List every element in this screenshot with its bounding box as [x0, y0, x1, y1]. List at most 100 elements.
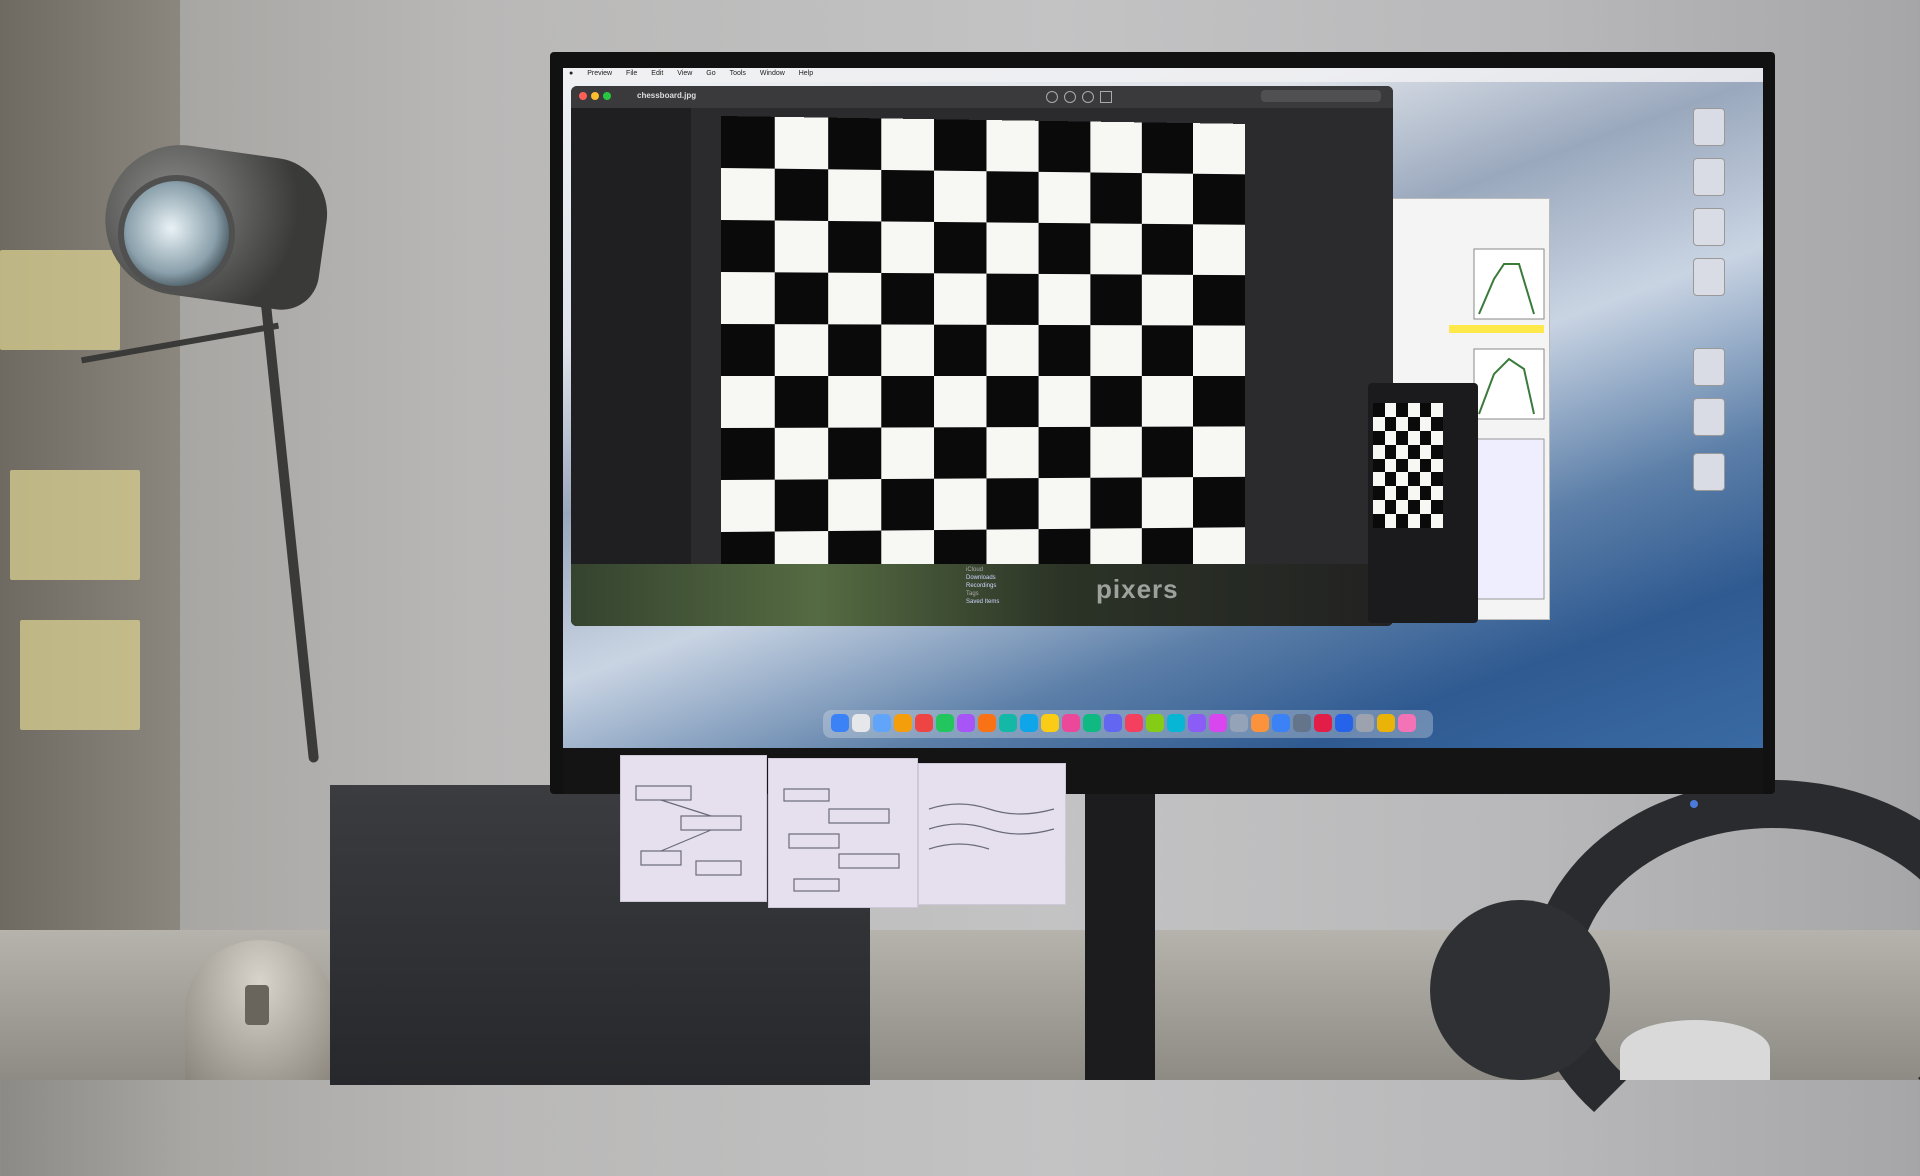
menu-item[interactable]: View [677, 70, 692, 77]
finder-sidebar-list: iCloud Downloads Recordings Tags Saved I… [966, 566, 999, 606]
dock-app-icon[interactable] [1314, 714, 1332, 732]
dock-app-icon[interactable] [1041, 714, 1059, 732]
dock-app-icon[interactable] [957, 714, 975, 732]
desktop-file-icon[interactable] [1693, 398, 1725, 436]
menu-item[interactable]: Preview [587, 70, 612, 77]
monitor-screen: ● Preview File Edit View Go Tools Window… [563, 68, 1763, 748]
info-icon[interactable] [1046, 91, 1058, 103]
chessboard-square [881, 169, 935, 223]
zoom-out-icon[interactable] [1064, 91, 1076, 103]
dock-app-icon[interactable] [978, 714, 996, 732]
chessboard-square [1090, 223, 1143, 276]
sidebar-item[interactable]: Saved Items [966, 598, 999, 606]
share-icon[interactable] [1100, 91, 1112, 103]
chessboard-square [1384, 458, 1397, 473]
chessboard-square [1419, 500, 1432, 515]
chessboard-square [721, 168, 776, 221]
chessboard-square [828, 376, 882, 429]
dock-app-icon[interactable] [1188, 714, 1206, 732]
chessboard-square [1384, 403, 1397, 418]
sidebar-item[interactable]: Recordings [966, 582, 999, 590]
chessboard-square [986, 120, 1040, 173]
dock-app-icon[interactable] [1146, 714, 1164, 732]
desktop-file-icon[interactable] [1693, 258, 1725, 296]
dock-app-icon[interactable] [873, 714, 891, 732]
menu-item[interactable]: Window [760, 70, 785, 77]
chessboard-square [774, 324, 829, 377]
chessboard-square [1038, 426, 1091, 479]
chessboard-square [934, 427, 987, 480]
dock-app-icon[interactable] [1251, 714, 1269, 732]
chessboard-square [1431, 444, 1444, 460]
chessboard-square [1038, 477, 1091, 530]
chessboard-square [1419, 430, 1432, 446]
sticky-note [20, 620, 140, 730]
dock-app-icon[interactable] [1335, 714, 1353, 732]
sidebar-item[interactable]: Downloads [966, 574, 999, 582]
chessboard-square [1192, 274, 1245, 327]
zoom-in-icon[interactable] [1082, 91, 1094, 103]
dock-app-icon[interactable] [936, 714, 954, 732]
apple-icon[interactable]: ● [569, 70, 573, 77]
dock-app-icon[interactable] [1209, 714, 1227, 732]
chessboard-square [1373, 430, 1386, 446]
menu-item[interactable]: Help [799, 70, 813, 77]
chessboard-square [828, 324, 882, 377]
dock-app-icon[interactable] [1083, 714, 1101, 732]
menu-item[interactable]: File [626, 70, 637, 77]
chessboard-square [774, 168, 829, 222]
sidebar-section-label: iCloud [966, 567, 984, 573]
menu-item[interactable]: Edit [651, 70, 663, 77]
search-input[interactable] [1261, 90, 1381, 102]
chessboard-square [1373, 403, 1386, 418]
chessboard-square [881, 324, 935, 377]
chessboard-square [1141, 274, 1194, 326]
image-viewer-window[interactable]: chessboard.jpg iCloud Downloads Recordin… [571, 86, 1393, 626]
desktop-file-icon[interactable] [1693, 108, 1725, 146]
chessboard-square [721, 324, 776, 377]
chessboard-square [1396, 458, 1409, 473]
chessboard-square [1038, 120, 1091, 173]
chessboard-square [774, 116, 829, 170]
sticky-note [0, 250, 120, 350]
menu-item[interactable]: Go [706, 70, 715, 77]
dock-app-icon[interactable] [1230, 714, 1248, 732]
chessboard-square [1384, 500, 1397, 515]
chessboard-square [1384, 416, 1397, 432]
dock-app-icon[interactable] [852, 714, 870, 732]
chessboard-square [1090, 426, 1143, 479]
chessboard-square [1090, 121, 1143, 174]
dock-app-icon[interactable] [1020, 714, 1038, 732]
chessboard-square [1384, 514, 1397, 529]
lamp-lens [118, 175, 235, 292]
dock-app-icon[interactable] [1398, 714, 1416, 732]
dock-app-icon[interactable] [1272, 714, 1290, 732]
dock-app-icon[interactable] [999, 714, 1017, 732]
dock-app-icon[interactable] [1125, 714, 1143, 732]
dock-app-icon[interactable] [1062, 714, 1080, 732]
chessboard-square [1373, 486, 1386, 501]
close-button[interactable] [579, 92, 587, 100]
chessboard-square [1141, 477, 1194, 529]
desktop-file-icon[interactable] [1693, 158, 1725, 196]
chessboard-square [1373, 458, 1386, 473]
dock-app-icon[interactable] [1104, 714, 1122, 732]
chessboard-square [1384, 430, 1397, 446]
desktop-file-icon[interactable] [1693, 208, 1725, 246]
dock-app-icon[interactable] [1356, 714, 1374, 732]
dock-app-icon[interactable] [1167, 714, 1185, 732]
chessboard-square [1396, 500, 1409, 515]
desktop-file-icon[interactable] [1693, 453, 1725, 491]
desktop-file-icon[interactable] [1693, 348, 1725, 386]
menu-item[interactable]: Tools [730, 70, 746, 77]
minimize-button[interactable] [591, 92, 599, 100]
dock-app-icon[interactable] [1293, 714, 1311, 732]
chessboard-square [1141, 122, 1194, 175]
chessboard-square [1396, 403, 1409, 418]
zoom-button[interactable] [603, 92, 611, 100]
dock-app-icon[interactable] [831, 714, 849, 732]
dock-app-icon[interactable] [1377, 714, 1395, 732]
window-title: chessboard.jpg [637, 91, 697, 100]
dock-app-icon[interactable] [894, 714, 912, 732]
dock-app-icon[interactable] [915, 714, 933, 732]
